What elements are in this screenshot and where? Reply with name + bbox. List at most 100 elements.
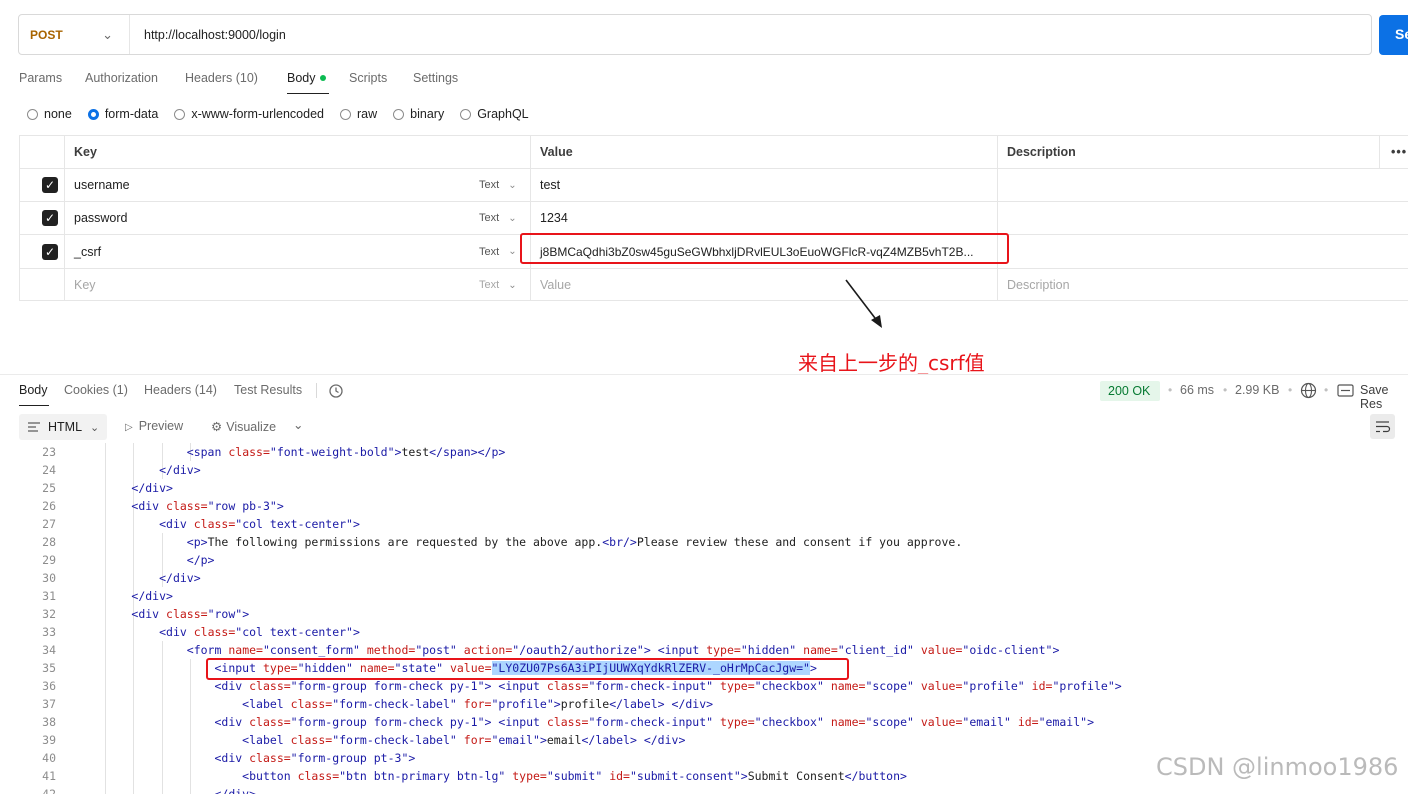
format-select[interactable]: HTML ⌄	[19, 414, 107, 440]
code-line: <div class="row">	[131, 607, 250, 621]
checkbox-checked-icon[interactable]: ✓	[42, 177, 58, 193]
chevron-down-icon: ⌄	[508, 279, 517, 291]
active-tab-indicator	[19, 405, 49, 406]
code-line: </div>	[159, 571, 201, 585]
tab-headers[interactable]: Headers (10)	[185, 71, 258, 85]
line-number: 25	[42, 481, 56, 495]
line-number: 36	[42, 679, 56, 693]
line-number: 34	[42, 643, 56, 657]
tab-params[interactable]: Params	[19, 71, 62, 85]
column-key: Key	[65, 136, 531, 168]
response-tab-cookies[interactable]: Cookies (1)	[64, 383, 128, 397]
code-line: <form name="consent_form" method="post" …	[186, 643, 1060, 657]
section-divider	[0, 374, 1408, 375]
radio-raw[interactable]: raw	[340, 107, 377, 121]
tab-authorization[interactable]: Authorization	[85, 71, 158, 85]
tab-body[interactable]: Body	[287, 71, 326, 85]
response-time[interactable]: 66 ms	[1180, 383, 1214, 397]
separator-dot: •	[1223, 383, 1228, 397]
chevron-down-icon: ⌄	[90, 421, 100, 434]
response-tab-headers[interactable]: Headers (14)	[144, 383, 217, 397]
checkbox-checked-icon[interactable]: ✓	[42, 210, 58, 226]
response-size[interactable]: 2.99 KB	[1235, 383, 1279, 397]
column-description: Description	[998, 136, 1380, 168]
tab-body-label: Body	[287, 71, 316, 85]
history-icon[interactable]	[328, 383, 344, 399]
visualize-icon: ⚙	[211, 420, 223, 434]
code-line: <div class="col text-center">	[159, 625, 360, 639]
radio-circle-icon	[174, 108, 186, 120]
line-number: 42	[42, 787, 56, 794]
status-badge[interactable]: 200 OK	[1100, 381, 1160, 401]
chevron-down-icon: ⌄	[508, 212, 517, 224]
save-response-button[interactable]: Save Res	[1360, 383, 1408, 411]
line-number: 32	[42, 607, 56, 621]
radio-graphql[interactable]: GraphQL	[460, 107, 529, 121]
checkbox-checked-icon[interactable]: ✓	[42, 243, 58, 260]
line-number: 30	[42, 571, 56, 585]
type-select[interactable]: Text ⌄	[470, 169, 531, 201]
key-cell[interactable]: _csrf	[65, 235, 470, 268]
response-tab-body[interactable]: Body	[19, 383, 48, 397]
line-number: 23	[42, 445, 56, 459]
visualize-chevron-down-icon[interactable]: ⌄	[293, 417, 303, 432]
line-number: 28	[42, 535, 56, 549]
code-line: <div class="col text-center">	[159, 517, 360, 531]
annotation-caption: 来自上一步的_csrf值	[798, 351, 985, 375]
line-number: 41	[42, 769, 56, 783]
annotation-arrow-icon	[845, 279, 882, 328]
preview-button[interactable]: ▷ Preview	[125, 419, 183, 433]
radio-circle-icon	[460, 108, 472, 120]
more-options-icon[interactable]: •••	[1380, 136, 1408, 168]
line-number: 33	[42, 625, 56, 639]
visualize-button[interactable]: ⚙ Visualize	[211, 419, 276, 434]
active-tab-indicator	[287, 93, 329, 94]
watermark: CSDN @linmoo1986	[1156, 753, 1399, 781]
code-line: </div>	[214, 787, 257, 794]
value-cell[interactable]: test	[531, 169, 998, 201]
code-line: </div>	[131, 589, 173, 603]
key-cell[interactable]: username	[65, 169, 470, 201]
description-placeholder[interactable]: Description	[998, 269, 1408, 301]
key-placeholder[interactable]: Key	[65, 269, 470, 301]
chevron-down-icon: ⌄	[102, 26, 113, 42]
description-cell[interactable]	[998, 202, 1408, 234]
radio-urlencoded[interactable]: x-www-form-urlencoded	[174, 107, 324, 121]
save-response-icon[interactable]	[1337, 384, 1354, 397]
annotation-highlight-box	[520, 233, 1009, 264]
tab-scripts[interactable]: Scripts	[349, 71, 387, 85]
code-line: <div class="row pb-3">	[131, 499, 284, 513]
url-bar: POST ⌄ http://localhost:9000/login	[18, 14, 1372, 55]
value-cell[interactable]: 1234	[531, 202, 998, 234]
method-select[interactable]: POST ⌄	[19, 15, 130, 54]
annotation-highlight-box	[206, 658, 849, 680]
type-select[interactable]: Text ⌄	[470, 202, 531, 234]
table-header: Key Value Description •••	[20, 136, 1408, 169]
response-code-editor[interactable]: 23 24 25 26 27 28 29 30 31 32 33 34 35 3…	[0, 443, 1408, 794]
code-line: <label class="form-check-label" for="pro…	[242, 697, 714, 711]
radio-form-data[interactable]: form-data	[87, 107, 158, 121]
body-type-radios: none form-data x-www-form-urlencoded raw…	[27, 107, 545, 121]
value-placeholder[interactable]: Value	[531, 269, 998, 301]
modified-dot-icon	[319, 74, 326, 81]
radio-circle-icon	[340, 108, 351, 120]
line-number: 24	[42, 463, 56, 477]
radio-binary[interactable]: binary	[393, 107, 444, 121]
url-input[interactable]: http://localhost:9000/login	[130, 28, 286, 42]
chevron-down-icon: ⌄	[508, 246, 517, 257]
send-button[interactable]: Se	[1379, 15, 1408, 55]
key-cell[interactable]: password	[65, 202, 470, 234]
table-row: ✓ username Text ⌄ test	[20, 169, 1408, 202]
tab-settings[interactable]: Settings	[413, 71, 458, 85]
response-tab-test-results[interactable]: Test Results	[234, 383, 302, 397]
method-label: POST	[30, 27, 63, 42]
wrap-lines-icon	[1376, 421, 1391, 433]
line-number: 40	[42, 751, 56, 765]
description-cell[interactable]	[998, 169, 1408, 201]
radio-none[interactable]: none	[27, 107, 72, 121]
globe-icon[interactable]	[1300, 382, 1317, 399]
description-cell[interactable]	[998, 235, 1408, 268]
play-icon: ▷	[125, 422, 133, 433]
wrap-lines-button[interactable]	[1370, 414, 1395, 439]
type-select[interactable]: Text ⌄	[470, 269, 531, 301]
